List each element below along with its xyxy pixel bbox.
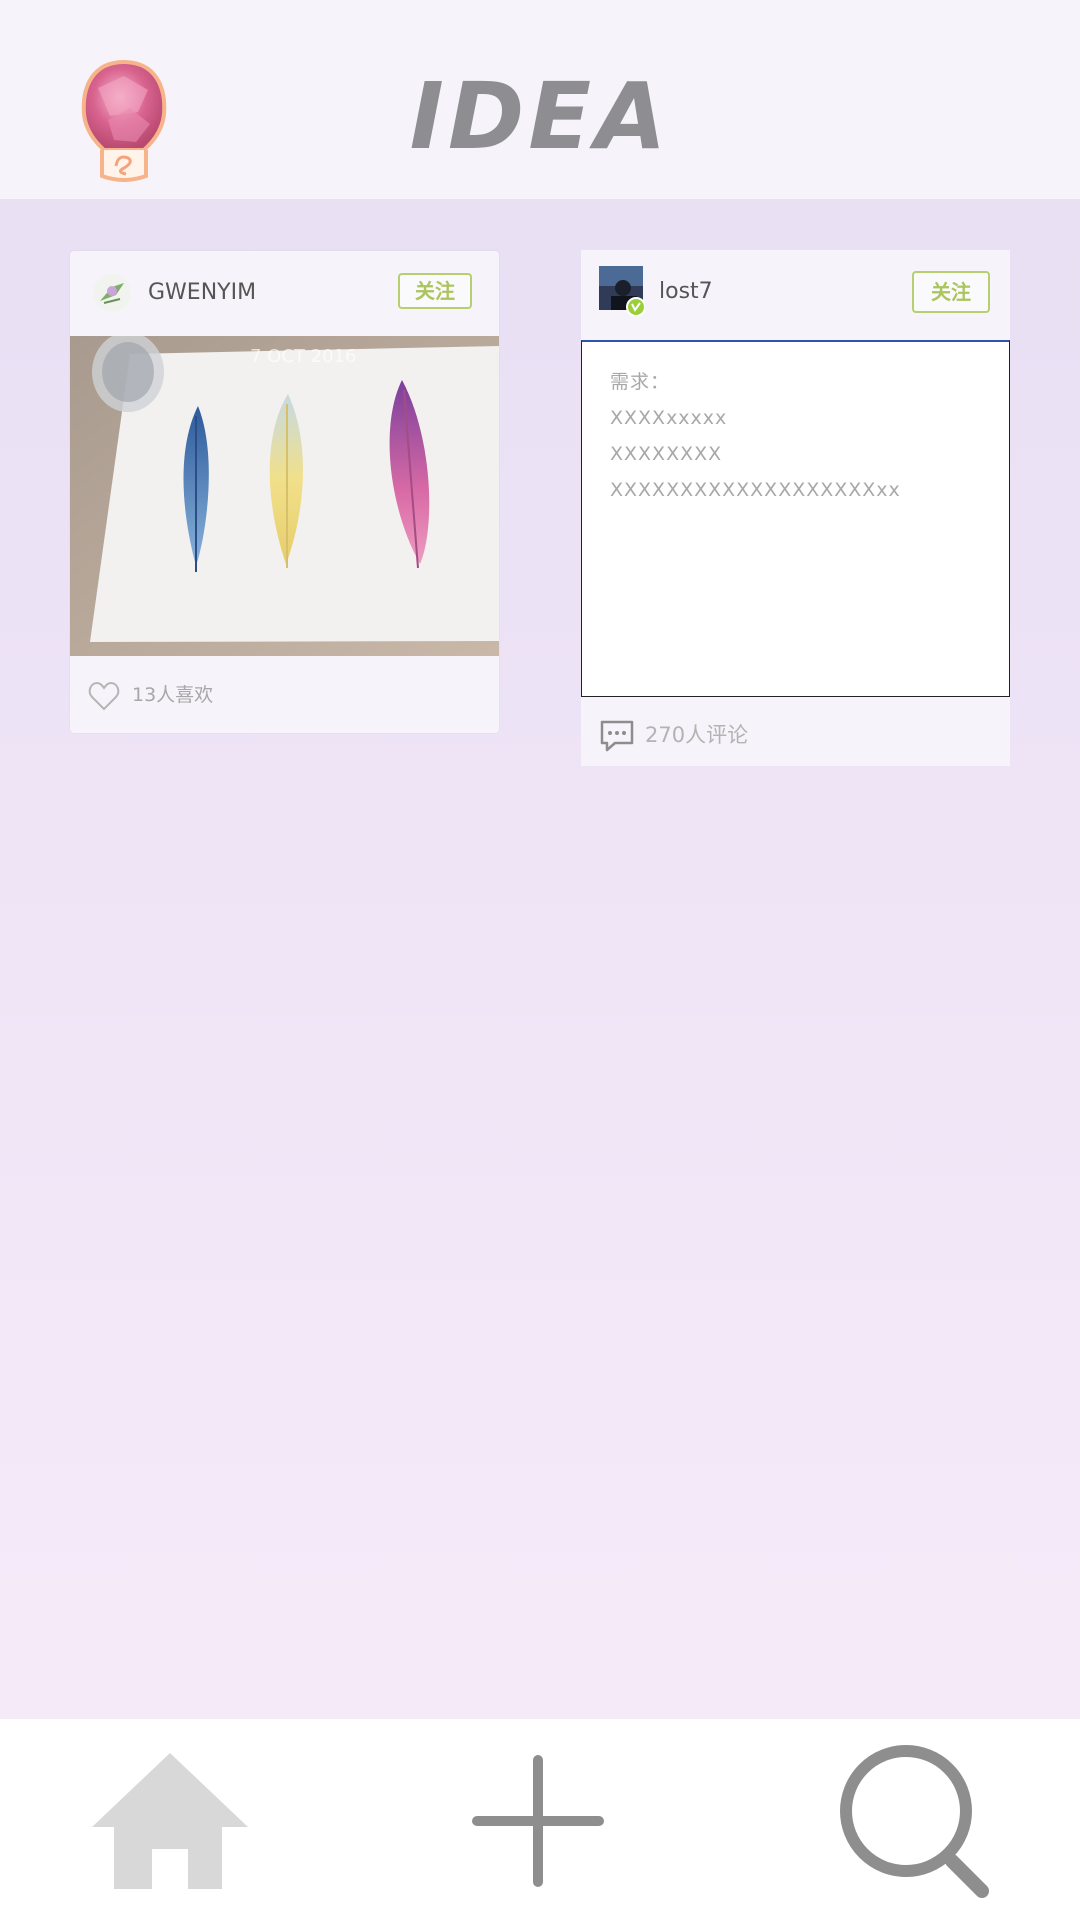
app-header: IDEA (0, 0, 1080, 199)
follow-button[interactable]: 关注 (912, 271, 990, 313)
post-card[interactable]: lost7 关注 需求： XXXXxxxxx XXXXXXXX XXXXXXXX… (581, 250, 1010, 766)
avatar[interactable] (599, 266, 645, 316)
follow-button[interactable]: 关注 (398, 273, 472, 309)
request-line: XXXXxxxxx (610, 407, 728, 429)
request-label: 需求： (610, 371, 671, 393)
request-line: XXXXXXXX (610, 443, 723, 465)
username[interactable]: GWENYIM (148, 277, 256, 309)
search-icon[interactable] (836, 1741, 996, 1901)
add-icon[interactable] (472, 1755, 604, 1887)
app-title: IDEA (409, 63, 671, 170)
post-header: lost7 关注 (581, 250, 1010, 336)
heart-icon[interactable] (88, 681, 120, 711)
post-card[interactable]: GWENYIM 关注 7 OCT 2016 13人喜欢 (70, 251, 499, 733)
post-footer: 13人喜欢 (70, 656, 499, 733)
comment-icon[interactable] (599, 719, 635, 753)
avatar[interactable] (92, 273, 132, 313)
bottom-nav (0, 1719, 1080, 1920)
post-photo[interactable]: 7 OCT 2016 (70, 336, 499, 656)
home-icon[interactable] (92, 1753, 248, 1889)
request-text[interactable]: 需求： XXXXxxxxx XXXXXXXX XXXXXXXXXXXXXXXXX… (581, 340, 1010, 697)
post-header: GWENYIM 关注 (70, 251, 499, 337)
photo-caption: 7 OCT 2016 (250, 346, 356, 367)
request-line: XXXXXXXXXXXXXXXXXXXxx (610, 479, 901, 501)
comments-count: 270人评论 (645, 723, 749, 747)
post-footer: 270人评论 (581, 697, 1010, 766)
username[interactable]: lost7 (659, 276, 713, 308)
likes-count: 13人喜欢 (132, 684, 214, 706)
